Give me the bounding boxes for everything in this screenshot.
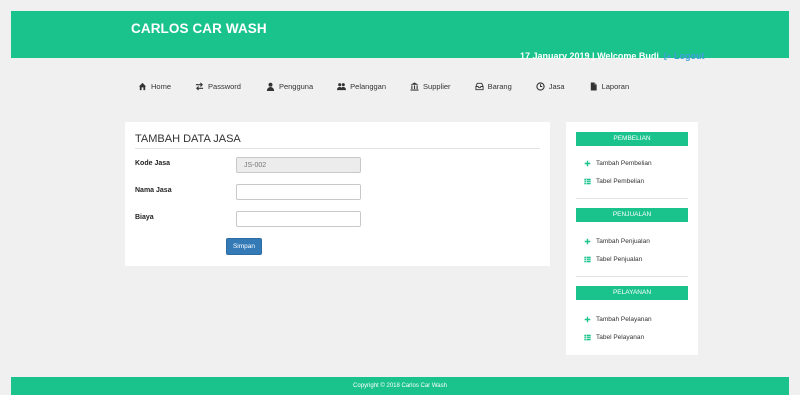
form-panel: TAMBAH DATA JASA Kode Jasa Nama Jasa Bia… [125,122,550,266]
nama-jasa-field[interactable] [236,184,361,200]
user-icon [266,82,275,91]
header-bar: CARLOS CAR WASH 17 January 2019 | Welcom… [11,11,789,61]
users-icon [337,83,347,91]
plus-icon [584,160,591,167]
clock-icon [536,82,545,91]
simpan-button[interactable]: Simpan [226,238,262,255]
tambah-pelayanan-link[interactable]: Tambah Pelayanan [584,316,652,323]
form-divider [135,148,540,149]
exchange-icon [195,82,204,91]
biaya-field[interactable] [236,211,361,227]
nav-item-laporan[interactable]: Laporan [589,82,630,91]
file-icon [590,82,597,91]
kode-jasa-label: Kode Jasa [135,160,171,167]
nav-label: Pengguna [278,82,314,91]
sidebar-link-label: Tabel Pelayanan [596,334,645,341]
date-welcome-text: 17 January 2019 | Welcome Budi [520,51,659,61]
sidebar-link-label: Tambah Pelayanan [596,316,652,323]
nav-label: Pelanggan [350,82,387,91]
nav-label: Home [151,82,172,91]
biaya-label: Biaya [135,214,154,221]
sidebar-divider [576,198,688,199]
inbox-icon [475,82,484,91]
pembelian-header: PEMBELIAN [576,132,688,146]
brand-title: CARLOS CAR WASH [131,21,267,36]
table-icon [584,178,591,185]
nav-label: Password [208,82,241,91]
tabel-penjualan-link[interactable]: Tabel Penjualan [584,256,642,263]
plus-icon [584,316,591,323]
tabel-pembelian-link[interactable]: Tabel Pembelian [584,178,644,185]
form-title: TAMBAH DATA JASA [135,133,241,145]
nav-item-pengguna[interactable]: Pengguna [266,82,313,91]
sidebar: PEMBELIAN Tambah Pembelian Tabel Pembeli… [566,122,698,355]
table-icon [584,334,591,341]
nav-item-password[interactable]: Password [195,82,241,91]
nav-item-supplier[interactable]: Supplier [410,82,451,91]
tambah-pembelian-link[interactable]: Tambah Pembelian [584,160,652,167]
bank-icon [410,82,419,91]
table-icon [584,256,591,263]
nama-jasa-label: Nama Jasa [135,187,172,194]
nav-label: Jasa [548,82,565,91]
nav-item-home[interactable]: Home [138,82,171,91]
nav-item-jasa[interactable]: Jasa [536,82,565,91]
sidebar-divider [576,276,688,277]
tabel-pelayanan-link[interactable]: Tabel Pelayanan [584,334,644,341]
sidebar-link-label: Tambah Penjualan [596,238,650,245]
pelayanan-header: PELAYANAN [576,286,688,300]
nav-item-barang[interactable]: Barang [475,82,512,91]
nav-label: Laporan [601,82,630,91]
header-info: 17 January 2019 | Welcome Budi Logout [520,51,704,61]
kode-jasa-field[interactable] [236,157,361,173]
sidebar-link-label: Tabel Penjualan [596,256,643,263]
home-icon [138,82,147,91]
nav-label: Barang [487,82,512,91]
sidebar-link-label: Tabel Pembelian [596,178,645,185]
footer: Copyright © 2018 Carlos Car Wash [11,377,789,395]
penjualan-header: PENJUALAN [576,208,688,222]
nav-label: Supplier [423,82,451,91]
sidebar-link-label: Tambah Pembelian [596,160,652,167]
plus-icon [584,238,591,245]
main-nav: Home Password Pengguna Pelanggan Supplie… [138,82,653,91]
logout-label: Logout [673,51,705,61]
tambah-penjualan-link[interactable]: Tambah Penjualan [584,238,650,245]
logout-link[interactable]: Logout [661,51,704,61]
nav-item-pelanggan[interactable]: Pelanggan [337,82,386,91]
logout-icon [664,53,672,60]
